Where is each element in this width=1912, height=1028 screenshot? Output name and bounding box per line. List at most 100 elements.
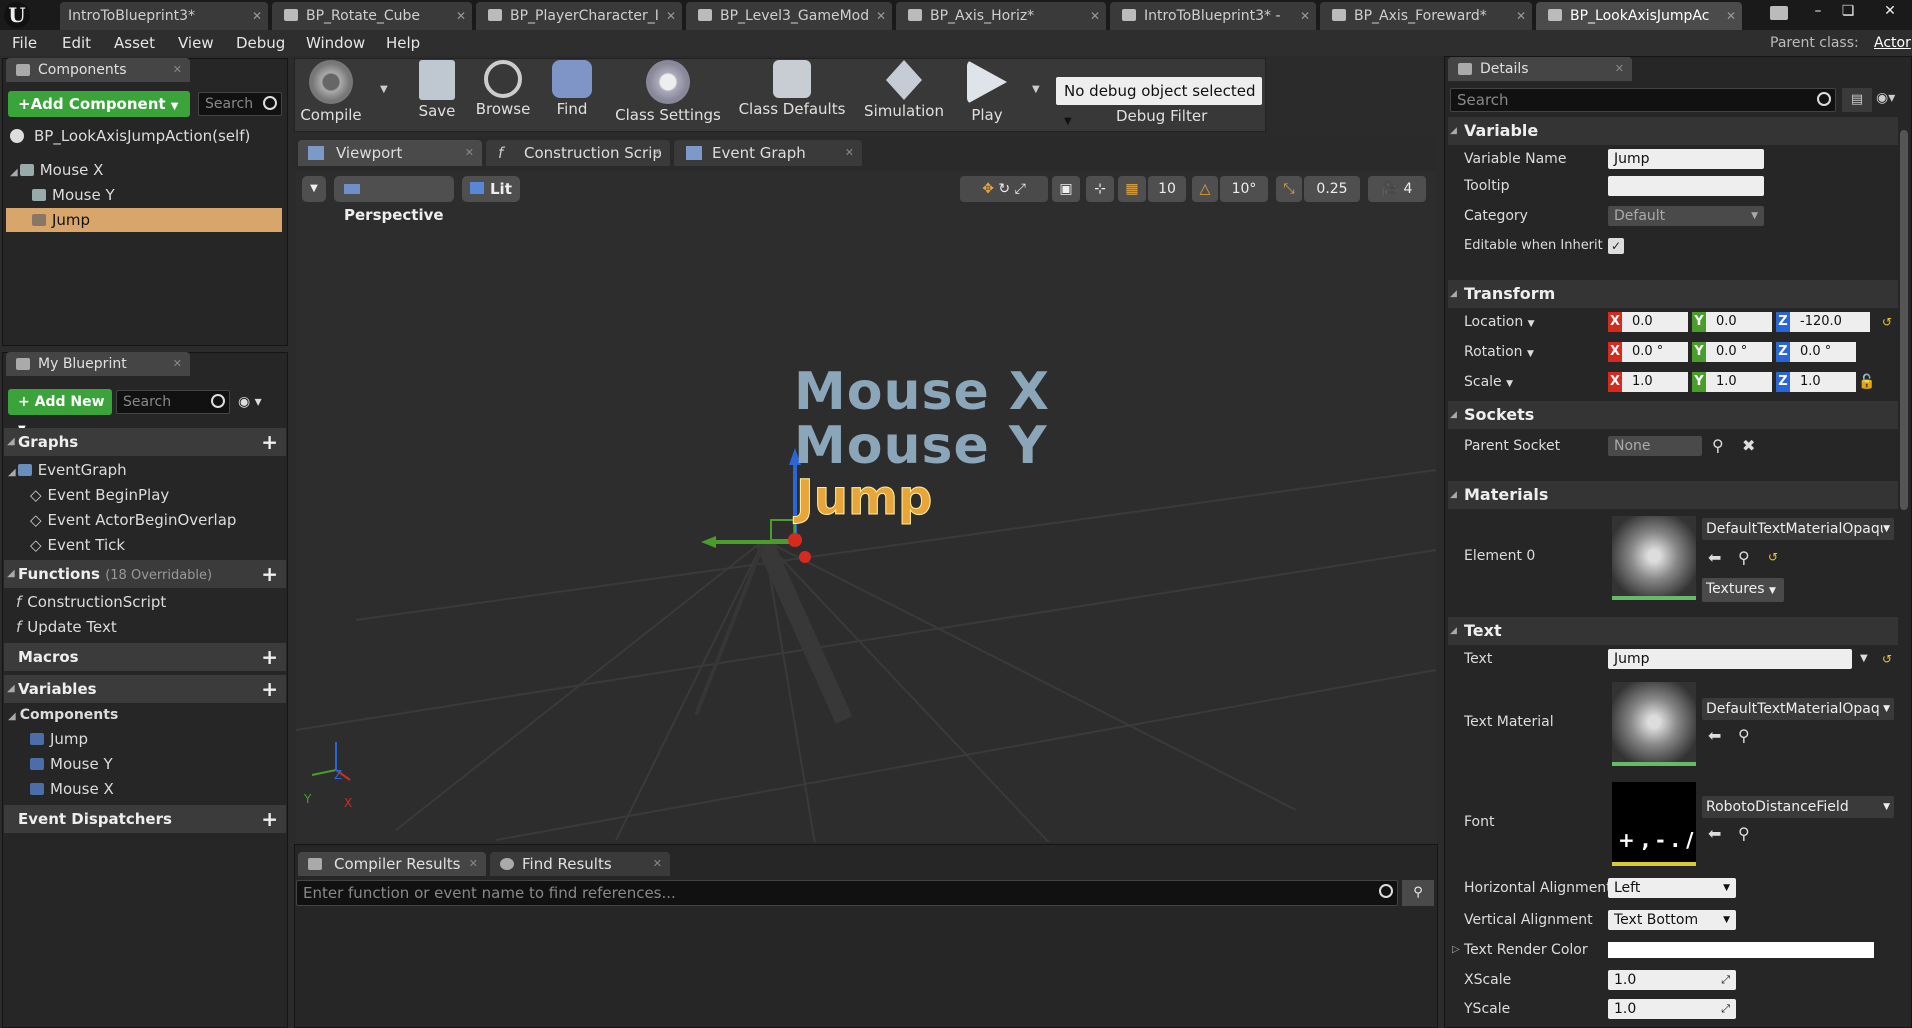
surface-snap-icon[interactable]: ⊹ <box>1086 176 1114 202</box>
browse-socket-icon[interactable]: ⚲ <box>1712 432 1724 460</box>
menu-window[interactable]: Window <box>306 30 365 56</box>
find-references-input[interactable]: Enter function or event name to find ref… <box>296 880 1398 906</box>
tab-bp-rotate-cube[interactable]: BP_Rotate_Cube ✕ <box>272 2 472 30</box>
materials-section-header[interactable]: ◢ Materials <box>1448 481 1898 509</box>
category-dropdown[interactable]: Default ▼ <box>1608 206 1764 226</box>
details-tab[interactable]: Details ✕ <box>1448 57 1632 81</box>
close-icon[interactable]: ✕ <box>469 852 478 876</box>
use-selected-asset-icon[interactable]: ⬅ <box>1708 726 1721 745</box>
translate-tool-icon[interactable]: ✥ <box>982 181 994 197</box>
class-defaults-button[interactable]: Class Defaults <box>732 60 852 130</box>
xscale-input[interactable]: 1.0 ⤢ <box>1608 970 1736 990</box>
details-search-input[interactable]: Search <box>1450 88 1836 112</box>
element0-material-dropdown[interactable]: DefaultTextMaterialOpaqu ▼ <box>1702 518 1894 540</box>
tab-bp-axis-horiz[interactable]: BP_Axis_Horiz* ✕ <box>896 2 1106 30</box>
restore-button[interactable]: ❏ <box>1834 0 1862 22</box>
collapse-arrow-icon[interactable]: ◢ <box>10 167 18 178</box>
reset-to-default-icon[interactable]: ↺ <box>1882 308 1892 336</box>
event-graph-item[interactable]: ◢ EventGraph <box>8 458 284 482</box>
close-icon[interactable]: ✕ <box>1615 57 1624 81</box>
grid-snap-value[interactable]: 10 <box>1148 176 1186 202</box>
browse-asset-icon[interactable]: ⚲ <box>1738 824 1750 843</box>
viewport-3d[interactable]: Mouse X Mouse Y Jump Y X Z <box>296 170 1436 842</box>
tab-menu-icon[interactable] <box>1770 6 1788 20</box>
collapse-arrow-icon[interactable]: ◢ <box>8 467 16 478</box>
clear-socket-icon[interactable]: ✖ <box>1742 432 1755 460</box>
add-event-dispatcher-icon[interactable]: + <box>261 805 278 833</box>
parent-class-link[interactable]: Actor <box>1874 30 1911 56</box>
tab-event-graph[interactable]: Event Graph ✕ <box>674 140 862 166</box>
font-dropdown[interactable]: RobotoDistanceField ▼ <box>1702 796 1894 818</box>
rotate-tool-icon[interactable]: ↻ <box>998 181 1010 197</box>
simulation-button[interactable]: Simulation <box>858 60 950 130</box>
use-selected-asset-icon[interactable]: ⬅ <box>1708 548 1721 567</box>
rotation-label[interactable]: Rotation ▼ <box>1464 338 1534 368</box>
browse-button[interactable]: Browse <box>468 60 538 130</box>
reset-to-default-icon[interactable]: ↺ <box>1882 645 1892 673</box>
scale-snap-icon[interactable]: ⤡ <box>1276 176 1302 202</box>
rotation-z-field[interactable]: Z 0.0 ° <box>1776 342 1856 362</box>
functions-section-header[interactable]: ◢ Functions (18 Overridable) + <box>4 560 286 588</box>
rotation-x-field[interactable]: X 0.0 ° <box>1608 342 1688 362</box>
menu-edit[interactable]: Edit <box>62 30 91 56</box>
close-icon[interactable]: ✕ <box>845 140 854 166</box>
play-options-arrow-icon[interactable]: ▼ <box>1032 84 1040 95</box>
grid-snap-icon[interactable]: ▦ <box>1118 176 1146 202</box>
components-search-input[interactable]: Search <box>198 92 282 116</box>
macros-section-header[interactable]: Macros + <box>4 643 286 671</box>
tab-bp-playercharacter[interactable]: BP_PlayerCharacter_I ✕ <box>476 2 682 30</box>
rotation-snap-value[interactable]: 10° <box>1220 176 1268 202</box>
location-z-field[interactable]: Z -120.0 <box>1776 312 1870 332</box>
scale-x-field[interactable]: X 1.0 <box>1608 372 1688 392</box>
tooltip-input[interactable] <box>1608 176 1764 196</box>
compile-button[interactable]: Compile <box>296 60 366 130</box>
function-item-update-text[interactable]: f Update Text <box>16 615 284 639</box>
text-input[interactable]: Jump <box>1608 649 1852 669</box>
text-options-arrow-icon[interactable]: ▼ <box>1860 645 1868 673</box>
scale-y-field[interactable]: Y 1.0 <box>1692 372 1772 392</box>
rotation-snap-icon[interactable]: △ <box>1192 176 1218 202</box>
add-variable-icon[interactable]: + <box>261 675 278 703</box>
component-item-jump[interactable]: Jump <box>6 208 282 232</box>
tab-introtoblueprint3-map[interactable]: IntroToBlueprint3* - ✕ <box>1110 2 1316 30</box>
browse-asset-icon[interactable]: ⚲ <box>1738 548 1750 567</box>
reset-to-default-icon[interactable]: ↺ <box>1768 550 1778 564</box>
play-button[interactable]: Play <box>952 60 1022 130</box>
event-item-beginplay[interactable]: ◇ Event BeginPlay <box>30 483 284 507</box>
menu-file[interactable]: File <box>12 30 37 56</box>
find-in-all-blueprints-binoculars-icon[interactable]: ⚲ <box>1402 880 1434 906</box>
rotation-y-field[interactable]: Y 0.0 ° <box>1692 342 1772 362</box>
yscale-input[interactable]: 1.0 ⤢ <box>1608 999 1736 1019</box>
close-icon[interactable]: ✕ <box>1090 2 1100 30</box>
find-results-tab[interactable]: Find Results ✕ <box>490 852 670 876</box>
lit-button[interactable]: Lit <box>462 176 520 202</box>
compile-options-arrow-icon[interactable]: ▼ <box>380 84 388 95</box>
close-icon[interactable]: ✕ <box>653 852 662 876</box>
parent-socket-field[interactable]: None <box>1608 436 1702 456</box>
components-tab[interactable]: Components ✕ <box>6 58 190 82</box>
close-window-button[interactable]: ✕ <box>1876 0 1904 22</box>
close-icon[interactable]: ✕ <box>465 140 474 166</box>
text-render-color-swatch[interactable] <box>1608 942 1874 958</box>
function-item-constructionscript[interactable]: f ConstructionScript <box>16 590 284 614</box>
menu-help[interactable]: Help <box>386 30 420 56</box>
tab-introtoblueprint3[interactable]: IntroToBlueprint3* ✕ <box>60 2 268 30</box>
x-axis-gizmo[interactable] <box>788 533 802 547</box>
variable-name-input[interactable]: Jump <box>1608 149 1764 169</box>
horizontal-alignment-dropdown[interactable]: Left ▼ <box>1608 878 1736 898</box>
menu-asset[interactable]: Asset <box>114 30 155 56</box>
text-section-header[interactable]: ◢ Text <box>1448 617 1898 645</box>
text-render-jump[interactable]: Jump <box>795 470 932 527</box>
self-component-item[interactable]: BP_LookAxisJumpAction(self) <box>10 124 286 148</box>
use-selected-asset-icon[interactable]: ⬅ <box>1708 824 1721 843</box>
find-button[interactable]: Find <box>537 60 607 130</box>
textures-button[interactable]: Textures ▼ <box>1702 578 1784 602</box>
tab-bp-axis-foreward[interactable]: BP_Axis_Foreward* ✕ <box>1320 2 1532 30</box>
camera-speed-button[interactable]: 🎥 4 <box>1368 176 1426 202</box>
text-render-mouse-y[interactable]: Mouse Y <box>794 416 1047 476</box>
location-x-field[interactable]: X 0.0 <box>1608 312 1688 332</box>
add-new-button[interactable]: + Add New ▼ <box>8 389 112 435</box>
sockets-section-header[interactable]: ◢ Sockets <box>1448 401 1898 429</box>
lock-icon[interactable]: 🔓 <box>1858 368 1875 396</box>
close-icon[interactable]: ✕ <box>173 352 182 376</box>
